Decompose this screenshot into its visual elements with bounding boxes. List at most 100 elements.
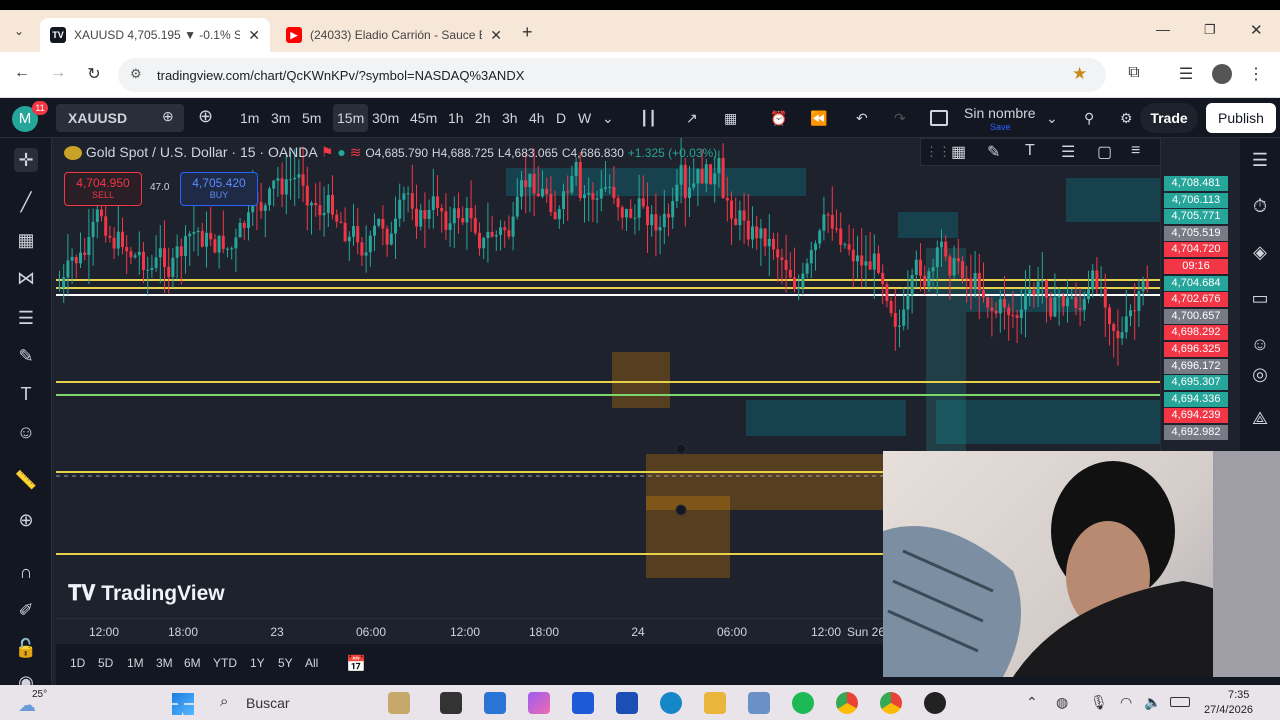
reload-icon[interactable]: ↻ <box>84 64 104 84</box>
range-6m[interactable]: 6M <box>184 656 201 670</box>
lock-icon[interactable]: 🔓 <box>14 636 38 660</box>
interval-30m[interactable]: 30m <box>372 110 399 126</box>
grid-tool-icon[interactable]: ▦ <box>951 142 966 162</box>
omnibox[interactable]: ⚙ tradingview.com/chart/QcKWnKPv/?symbol… <box>118 58 1106 92</box>
ruler-icon[interactable]: 📏 <box>14 468 38 492</box>
range-1y[interactable]: 1Y <box>250 656 265 670</box>
replay-icon[interactable]: ⏪ <box>810 110 827 127</box>
profile-avatar[interactable] <box>1212 64 1232 84</box>
minimize-icon[interactable]: — <box>1156 21 1170 37</box>
target-icon[interactable]: ◎ <box>1248 364 1272 388</box>
layout-save-label[interactable]: Save <box>990 122 1011 132</box>
battery-icon[interactable] <box>1170 697 1190 707</box>
interval-1h[interactable]: 1h <box>448 110 464 126</box>
obs-icon[interactable] <box>924 692 946 714</box>
spotify-icon[interactable] <box>792 692 814 714</box>
interval-W[interactable]: W <box>578 110 591 126</box>
quick-search-icon[interactable]: ⚲ <box>1084 110 1094 127</box>
volume-icon[interactable]: 🔈 <box>1144 694 1161 711</box>
mic-icon[interactable]: 🎙 <box>1090 694 1108 711</box>
wifi-icon[interactable]: ◠ <box>1120 694 1132 711</box>
clock-date[interactable]: 27/4/2026 <box>1204 704 1253 716</box>
range-5d[interactable]: 5D <box>98 656 113 670</box>
signal-icon[interactable]: ⟁ <box>1248 408 1272 432</box>
clock-time[interactable]: 7:35 <box>1228 689 1249 701</box>
close-tab-icon[interactable]: ✕ <box>248 27 260 44</box>
menu-icon[interactable]: ⋮ <box>1246 64 1266 84</box>
restore-icon[interactable]: ❐ <box>1204 22 1216 38</box>
chat-icon[interactable]: ▭ <box>1248 288 1272 312</box>
range-3m[interactable]: 3M <box>156 656 173 670</box>
trendline-icon[interactable]: ╱ <box>14 190 38 214</box>
widgets-icon[interactable] <box>388 692 410 714</box>
site-info-icon[interactable]: ⚙ <box>130 66 142 82</box>
vscode-icon[interactable] <box>616 692 638 714</box>
close-tab-icon[interactable]: ✕ <box>490 27 502 44</box>
magnet-icon[interactable]: ∩ <box>14 560 38 584</box>
back-icon[interactable]: ← <box>12 64 32 82</box>
flag-icon[interactable]: ⚑ <box>321 144 334 160</box>
copilot-icon[interactable] <box>528 692 550 714</box>
templates-icon[interactable]: ▦ <box>724 110 737 127</box>
range-5y[interactable]: 5Y <box>278 656 293 670</box>
indicators-icon[interactable]: ↗ <box>686 110 698 127</box>
candles-icon[interactable]: ┃┃ <box>640 110 657 127</box>
range-ytd[interactable]: YTD <box>213 656 237 670</box>
interval-4h[interactable]: 4h <box>529 110 545 126</box>
buy-button[interactable]: 4,705.420 BUY <box>180 172 258 206</box>
undo-icon[interactable]: ↶ <box>856 110 868 127</box>
add-symbol-icon[interactable]: ⊕ <box>198 106 213 127</box>
range-1m[interactable]: 1M <box>127 656 144 670</box>
ideas-icon[interactable]: ☺ <box>1248 334 1272 358</box>
forward-icon[interactable]: → <box>48 64 68 82</box>
url-text[interactable]: tradingview.com/chart/QcKWnKPv/?symbol=N… <box>157 68 524 83</box>
interval-3h[interactable]: 3h <box>502 110 518 126</box>
settings-icon[interactable]: ⚙ <box>1120 110 1133 127</box>
lock-drawing-icon[interactable]: ✐ <box>14 598 38 622</box>
alerts-clock-icon[interactable]: ⏱ <box>1248 196 1272 220</box>
file-explorer-icon[interactable] <box>704 692 726 714</box>
range-1d[interactable]: 1D <box>70 656 85 670</box>
layout-name[interactable]: Sin nombre <box>964 105 1036 121</box>
brush-icon[interactable]: ✎ <box>14 344 38 368</box>
interval-2h[interactable]: 2h <box>475 110 491 126</box>
watchlist-icon[interactable]: ☰ <box>1248 150 1272 174</box>
app-store-icon[interactable] <box>572 692 594 714</box>
interval-15m[interactable]: 15m <box>333 104 369 132</box>
layers-icon[interactable]: ◈ <box>1248 242 1272 266</box>
mail-icon[interactable] <box>484 692 506 714</box>
interval-5m[interactable]: 5m <box>302 110 321 126</box>
chrome-profile-icon[interactable] <box>880 692 902 714</box>
fib-icon[interactable]: ▦ <box>14 228 38 252</box>
text-tool-icon[interactable]: T <box>14 382 38 406</box>
alert-icon[interactable]: ⏰ <box>770 110 787 127</box>
sell-button[interactable]: 4,704.950 SELL <box>64 172 142 206</box>
close-window-icon[interactable]: ✕ <box>1250 21 1263 39</box>
tab-search-icon[interactable]: ⌄ <box>14 24 24 38</box>
frame-icon[interactable]: ▢ <box>1097 142 1112 162</box>
extensions-icon[interactable]: ⧉ <box>1124 64 1144 82</box>
new-tab-icon[interactable]: + <box>522 22 533 43</box>
compare-icon[interactable]: ⊕ <box>162 108 174 125</box>
range-all[interactable]: All <box>305 656 318 670</box>
trade-button[interactable]: Trade <box>1140 103 1198 133</box>
zoom-icon[interactable]: ⊕ <box>14 508 38 532</box>
windows-start-icon[interactable] <box>172 693 194 715</box>
publish-button[interactable]: Publish <box>1206 103 1276 133</box>
tray-chevron-icon[interactable]: ⌃ <box>1026 694 1038 711</box>
layout-icon[interactable] <box>930 110 948 126</box>
crosshair-icon[interactable]: ✛ <box>14 148 38 172</box>
interval-3m[interactable]: 3m <box>271 110 290 126</box>
layout-dropdown-icon[interactable]: ⌄ <box>1046 110 1058 127</box>
tab-youtube[interactable]: ▶ (24033) Eladio Carrión - Sauce Boyz ✕ <box>276 18 512 52</box>
interval-D[interactable]: D <box>556 110 566 126</box>
lines-icon[interactable]: ≡ <box>1131 142 1140 160</box>
symbol-search[interactable]: XAUUSD ⊕ <box>56 104 184 132</box>
redo-icon[interactable]: ↷ <box>894 110 906 127</box>
projection-icon[interactable]: ☰ <box>14 306 38 330</box>
goto-date-icon[interactable]: 📅 <box>346 654 366 674</box>
reading-list-icon[interactable]: ☰ <box>1176 64 1196 84</box>
interval-dropdown-icon[interactable]: ⌄ <box>602 110 614 127</box>
text-format-icon[interactable]: T <box>1025 142 1035 160</box>
pen-tool-icon[interactable]: ✎ <box>987 142 1000 162</box>
